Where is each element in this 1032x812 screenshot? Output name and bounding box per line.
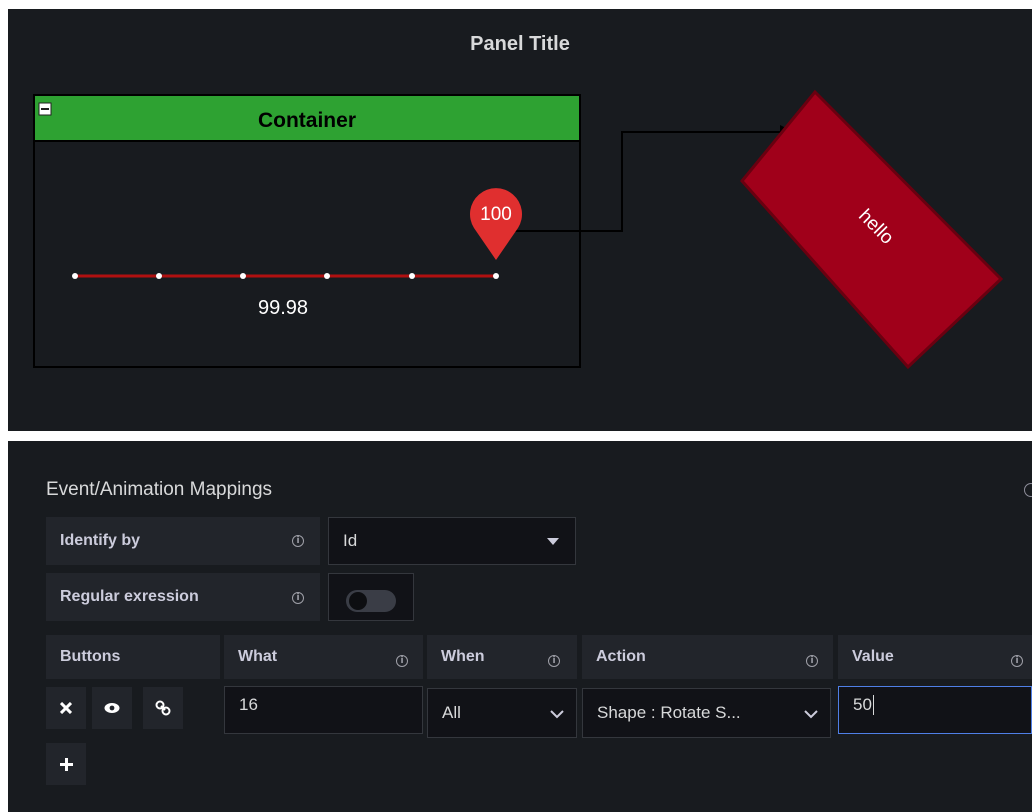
panel: Panel Title Container 99.98 100 hello: [8, 9, 1032, 431]
value-input[interactable]: 50: [838, 686, 1032, 734]
chevron-down-icon: [550, 710, 564, 719]
header-action-text: Action: [596, 648, 646, 665]
close-icon: [60, 702, 72, 714]
regular-expression-toggle[interactable]: [346, 590, 396, 612]
toggle-knob: [349, 592, 367, 610]
plus-icon: [59, 757, 73, 771]
collapse-icon[interactable]: [38, 102, 52, 116]
line-point: [156, 273, 162, 279]
section-title: Event/Animation Mappings: [46, 479, 273, 500]
diagram-canvas: Container 99.98 100 hello: [33, 89, 1004, 370]
link-button[interactable]: [143, 687, 183, 729]
what-input[interactable]: 16: [224, 686, 423, 734]
add-mapping-button[interactable]: [46, 743, 86, 785]
when-select[interactable]: All: [427, 688, 577, 738]
line-point: [240, 273, 246, 279]
chevron-down-icon: [804, 710, 818, 719]
text-cursor: [872, 695, 874, 715]
header-value-text: Value: [852, 648, 894, 665]
identify-by-select[interactable]: Id: [328, 517, 576, 565]
info-icon[interactable]: [1024, 483, 1032, 497]
link-icon: [155, 700, 171, 716]
delete-button[interactable]: [46, 687, 86, 729]
line-point: [72, 273, 78, 279]
regular-expression-text: Regular exression: [60, 588, 199, 605]
header-when-text: When: [441, 648, 485, 665]
readout-value: 99.98: [258, 297, 308, 319]
when-value: All: [442, 703, 461, 722]
container-label: Container: [258, 109, 356, 132]
header-what: What: [224, 635, 423, 679]
what-value: 16: [239, 695, 258, 714]
line-point: [493, 273, 499, 279]
header-buttons: Buttons: [46, 635, 220, 679]
marker-value: 100: [480, 204, 512, 225]
info-icon: i: [1011, 655, 1023, 667]
caret-down-icon: [547, 538, 559, 545]
info-icon: i: [292, 535, 304, 547]
info-icon: i: [806, 655, 818, 667]
regular-expression-label: Regular exression: [46, 573, 320, 621]
action-value: Shape : Rotate S...: [597, 703, 741, 722]
header-buttons-text: Buttons: [60, 648, 121, 665]
info-icon: i: [548, 655, 560, 667]
identify-by-label: Identify by: [46, 517, 320, 565]
line-point: [409, 273, 415, 279]
line-point: [324, 273, 330, 279]
value-value: 50: [853, 695, 872, 714]
identify-by-value: Id: [343, 531, 358, 550]
info-icon: i: [292, 592, 304, 604]
info-icon: i: [396, 655, 408, 667]
eye-icon: [104, 703, 120, 713]
action-select[interactable]: Shape : Rotate S...: [582, 688, 831, 738]
header-action: Action: [582, 635, 833, 679]
mappings-editor: Event/Animation Mappings Identify by i I…: [8, 441, 1032, 812]
header-value: Value: [838, 635, 1032, 679]
visibility-button[interactable]: [92, 687, 132, 729]
header-what-text: What: [238, 648, 278, 665]
identify-by-text: Identify by: [60, 532, 141, 549]
